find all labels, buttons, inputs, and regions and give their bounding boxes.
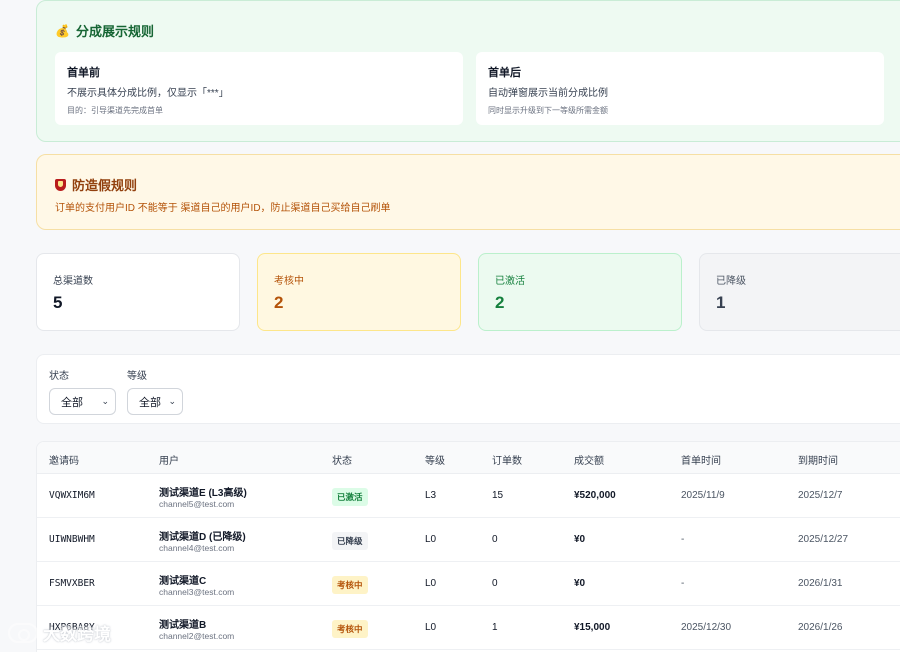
rule-before-desc: 不展示具体分成比例，仅显示「***」 [67, 88, 229, 99]
stat-review-label: 考核中 [274, 276, 304, 287]
header-user: 用户 [159, 456, 179, 467]
order-count: 15 [492, 490, 504, 501]
amount: ¥520,000 [574, 490, 616, 501]
table-row[interactable]: FSMVXBER 测试渠道C channel3@test.com 考核中 L0 … [37, 562, 900, 606]
watermark: 大数跨境 [8, 620, 111, 645]
user-name: 测试渠道C [159, 576, 207, 587]
table-row[interactable]: HXP6BA8Y 测试渠道B channel2@test.com 考核中 L0 … [37, 606, 900, 650]
invite-code: UIWNBWHM [49, 534, 95, 545]
header-amount: 成交额 [574, 456, 604, 467]
status-filter-label: 状态 [49, 371, 69, 382]
stat-down-label: 已降级 [716, 276, 746, 287]
rule-after-first-order: 首单后 自动弹窗展示当前分成比例 同时显示升级到下一等级所需金额 [476, 52, 884, 125]
invite-code: VQWXIM6M [49, 490, 95, 501]
stat-activated: 已激活 2 [478, 253, 682, 331]
table-header: 邀请码 用户 状态 等级 订单数 成交额 首单时间 到期时间 [37, 442, 900, 474]
level-select-value: 全部 [139, 396, 161, 409]
level-filter-label: 等级 [127, 371, 147, 382]
header-status: 状态 [332, 456, 352, 467]
amount: ¥0 [574, 578, 586, 589]
status-badge: 考核中 [332, 576, 368, 594]
header-first-order-time: 首单时间 [681, 456, 721, 467]
stat-total-value: 5 [53, 293, 63, 312]
table-row[interactable]: UIWNBWHM 测试渠道D (已降级) channel4@test.com 已… [37, 518, 900, 562]
user-name: 测试渠道B [159, 620, 207, 631]
fraud-title-text: 防造假规则 [72, 178, 138, 193]
stat-review-value: 2 [274, 293, 284, 312]
user-email: channel4@test.com [159, 543, 235, 553]
rules-title-text: 分成展示规则 [75, 24, 154, 39]
level-filter: 等级 全部 ⌄ [127, 367, 183, 415]
status-select[interactable]: 全部 ⌄ [49, 388, 116, 415]
chevron-down-icon: ⌄ [101, 396, 109, 406]
level: L0 [425, 578, 437, 589]
level: L0 [425, 622, 437, 633]
first-order-time: - [681, 578, 685, 589]
fraud-desc: 订单的支付用户ID 不能等于 渠道自己的用户ID，防止渠道自己买给自己刷单 [55, 203, 391, 214]
stat-down-value: 1 [716, 293, 726, 312]
stat-active-label: 已激活 [495, 276, 525, 287]
money-bag-icon: 💰 [55, 23, 70, 38]
rule-after-heading: 首单后 [488, 67, 521, 79]
order-count: 1 [492, 622, 498, 633]
expire-time: 2026/1/31 [798, 578, 843, 589]
rule-before-note: 目的：引导渠道先完成首单 [67, 106, 163, 115]
level: L3 [425, 490, 437, 501]
expire-time: 2026/1/26 [798, 622, 843, 633]
rule-before-heading: 首单前 [67, 67, 100, 79]
chevron-down-icon: ⌄ [168, 396, 176, 406]
user-name: 测试渠道D (已降级) [159, 532, 246, 543]
status-select-value: 全部 [61, 396, 83, 409]
first-order-time: 2025/11/9 [681, 490, 725, 501]
status-badge: 已激活 [332, 488, 368, 506]
channel-table: 邀请码 用户 状态 等级 订单数 成交额 首单时间 到期时间 VQWXIM6M … [36, 441, 900, 652]
invite-code: FSMVXBER [49, 578, 95, 589]
stat-under-review: 考核中 2 [257, 253, 461, 331]
first-order-time: - [681, 534, 685, 545]
level: L0 [425, 534, 437, 545]
expire-time: 2025/12/7 [798, 490, 843, 501]
user-email: channel5@test.com [159, 499, 235, 509]
rule-before-first-order: 首单前 不展示具体分成比例，仅显示「***」 目的：引导渠道先完成首单 [55, 52, 463, 125]
header-expire-time: 到期时间 [798, 456, 838, 467]
stat-total-channels: 总渠道数 5 [36, 253, 240, 331]
status-filter: 状态 全部 ⌄ [49, 367, 116, 415]
rule-after-note: 同时显示升级到下一等级所需金额 [488, 106, 608, 115]
user-name: 测试渠道E (L3高级) [159, 488, 247, 499]
amount: ¥15,000 [574, 622, 611, 633]
user-email: channel3@test.com [159, 587, 235, 597]
level-select[interactable]: 全部 ⌄ [127, 388, 183, 415]
header-level: 等级 [425, 456, 445, 467]
stat-total-label: 总渠道数 [53, 276, 93, 287]
rules-title: 💰 分成展示规则 [55, 21, 154, 40]
fraud-title: 防造假规则 [55, 175, 137, 194]
shield-icon [55, 178, 66, 191]
expire-time: 2025/12/27 [798, 534, 849, 545]
table-row[interactable]: VQWXIM6M 测试渠道E (L3高级) channel5@test.com … [37, 474, 900, 518]
stat-active-value: 2 [495, 293, 505, 312]
anti-fraud-rules-card: 防造假规则 订单的支付用户ID 不能等于 渠道自己的用户ID，防止渠道自己买给自… [36, 154, 900, 230]
order-count: 0 [492, 534, 498, 545]
filter-bar: 状态 全部 ⌄ 等级 全部 ⌄ [36, 354, 900, 424]
stat-downgraded: 已降级 1 [699, 253, 900, 331]
watermark-logo-icon [8, 622, 38, 643]
user-email: channel2@test.com [159, 631, 235, 641]
amount: ¥0 [574, 534, 586, 545]
rule-after-desc: 自动弹窗展示当前分成比例 [488, 88, 608, 99]
revenue-share-rules-card: 💰 分成展示规则 首单前 不展示具体分成比例，仅显示「***」 目的：引导渠道先… [36, 0, 900, 142]
status-badge: 已降级 [332, 532, 368, 550]
first-order-time: 2025/12/30 [681, 622, 732, 633]
header-orders: 订单数 [492, 456, 522, 467]
order-count: 0 [492, 578, 498, 589]
header-invite-code: 邀请码 [49, 456, 79, 467]
status-badge: 考核中 [332, 620, 368, 638]
watermark-text: 大数跨境 [43, 625, 111, 644]
